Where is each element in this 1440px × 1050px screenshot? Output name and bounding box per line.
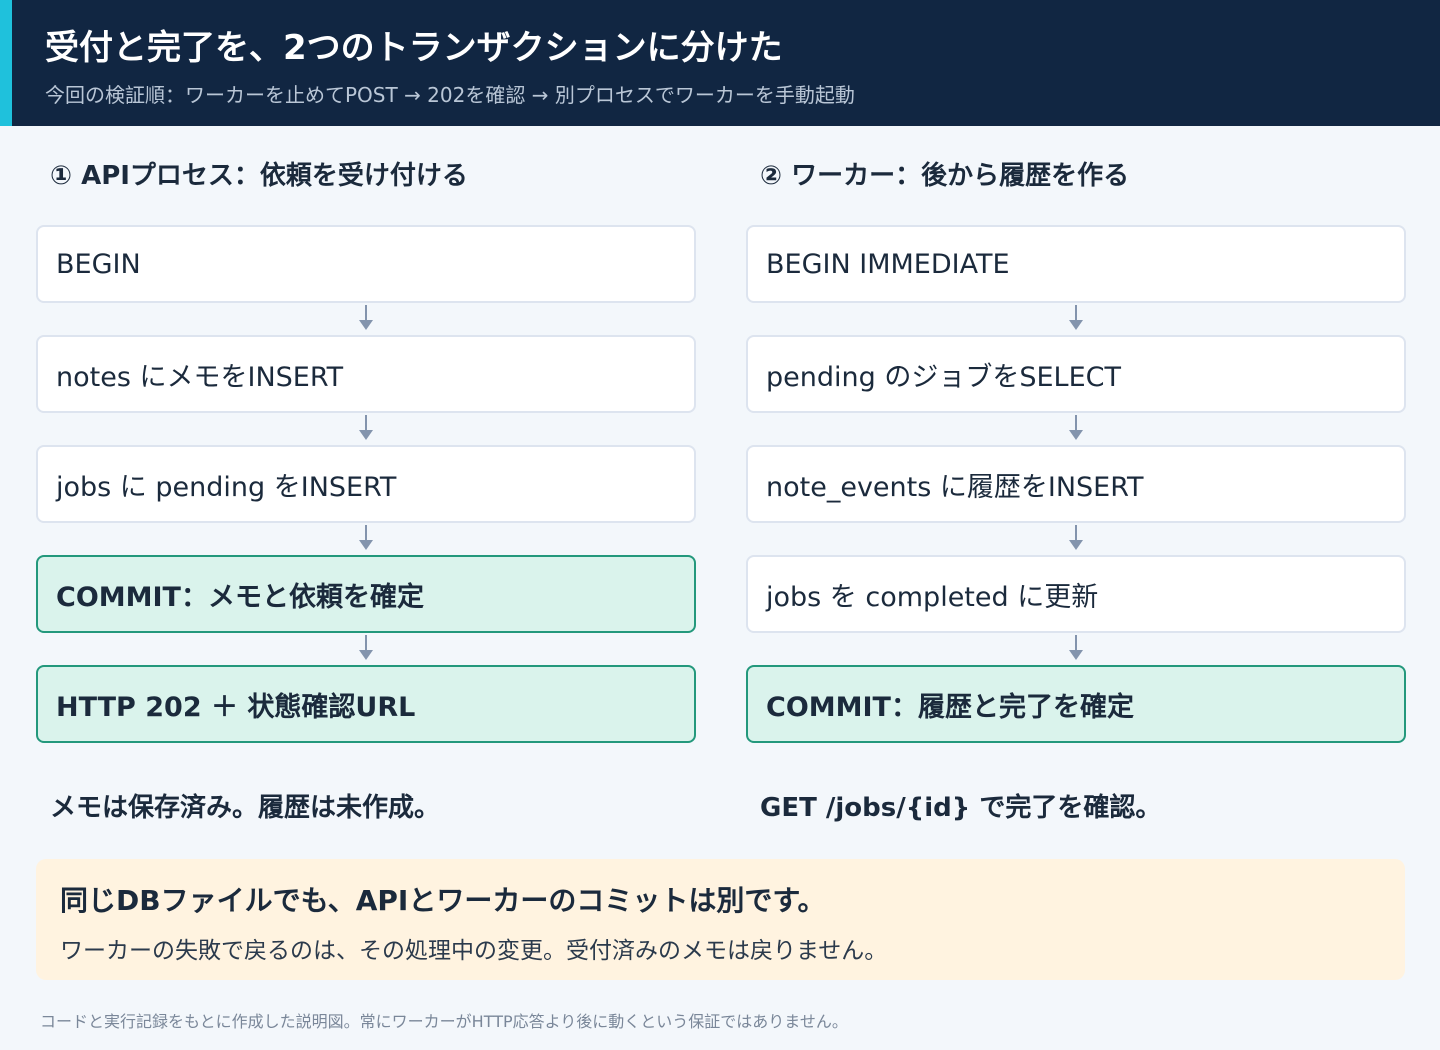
api-summary: メモは保存済み。履歴は未作成。 [50, 793, 441, 823]
header-banner: 受付と完了を、2つのトランザクションに分けた 今回の検証順：ワーカーを止めてPO… [0, 0, 1440, 126]
worker-step-insert-events: note_events に履歴をINSERT [746, 445, 1406, 523]
api-step-insert-note: notes にメモをINSERT [36, 335, 696, 413]
arrow-down-icon [358, 525, 374, 551]
worker-step-select-pending: pending のジョブをSELECT [746, 335, 1406, 413]
api-step-begin: BEGIN [36, 225, 696, 303]
arrow-down-icon [1068, 525, 1084, 551]
arrow-down-icon [1068, 305, 1084, 331]
footer-caption: コードと実行記録をもとに作成した説明図。常にワーカーがHTTP応答より後に動くと… [40, 1012, 848, 1031]
worker-step-update-completed: jobs を completed に更新 [746, 555, 1406, 633]
api-step-commit: COMMIT：メモと依頼を確定 [36, 555, 696, 633]
page-title: 受付と完了を、2つのトランザクションに分けた [45, 28, 783, 68]
note-heading: 同じDBファイルでも、APIとワーカーのコミットは別です。 [60, 884, 826, 917]
api-step-insert-job: jobs に pending をINSERT [36, 445, 696, 523]
header-accent-bar [0, 0, 12, 126]
api-step-http-202: HTTP 202 ＋ 状態確認URL [36, 665, 696, 743]
arrow-down-icon [1068, 635, 1084, 661]
api-column-title: ① APIプロセス：依頼を受け付ける [50, 161, 468, 191]
arrow-down-icon [358, 305, 374, 331]
worker-step-begin-immediate: BEGIN IMMEDIATE [746, 225, 1406, 303]
page-subtitle: 今回の検証順：ワーカーを止めてPOST → 202を確認 → 別プロセスでワーカ… [45, 83, 855, 107]
worker-summary: GET /jobs/{id} で完了を確認。 [760, 793, 1162, 823]
worker-step-commit: COMMIT：履歴と完了を確定 [746, 665, 1406, 743]
arrow-down-icon [358, 415, 374, 441]
note-callout: 同じDBファイルでも、APIとワーカーのコミットは別です。 ワーカーの失敗で戻る… [36, 859, 1405, 980]
note-body: ワーカーの失敗で戻るのは、その処理中の変更。受付済みのメモは戻りません。 [60, 938, 888, 964]
arrow-down-icon [1068, 415, 1084, 441]
worker-column-title: ② ワーカー：後から履歴を作る [760, 161, 1130, 191]
arrow-down-icon [358, 635, 374, 661]
